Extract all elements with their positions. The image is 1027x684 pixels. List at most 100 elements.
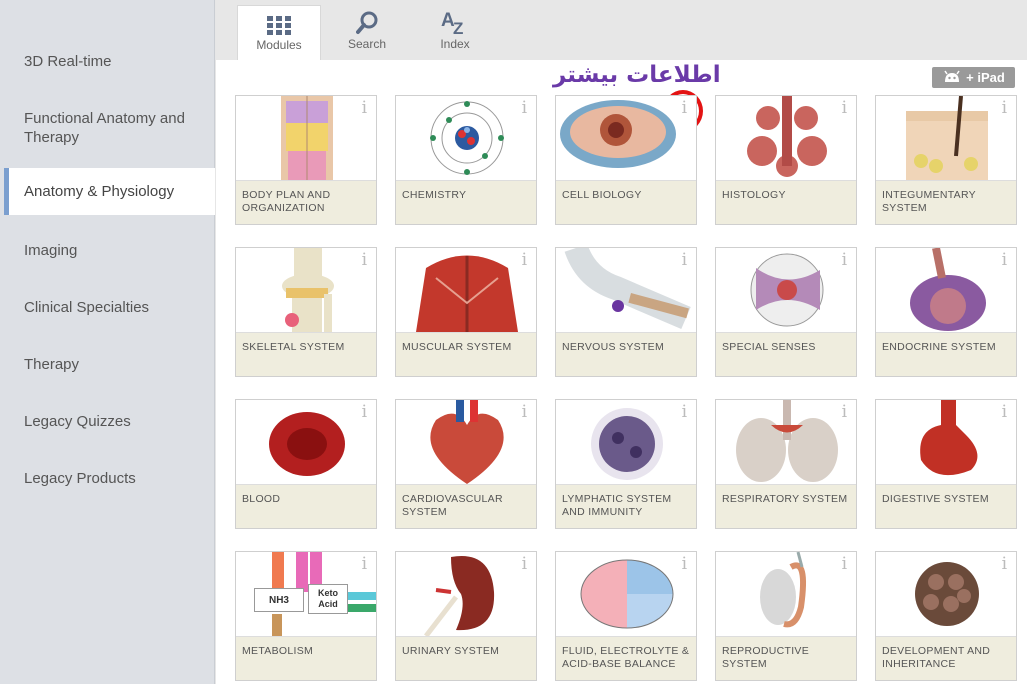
module-label: Chemistry: [396, 180, 536, 224]
module-label: Fluid, Electrolyte & Acid-Base Balance: [556, 636, 696, 680]
nerve-fiber-icon: [556, 248, 696, 332]
platform-badge-label: + iPad: [966, 70, 1005, 85]
morula-icon: [876, 552, 1016, 636]
info-icon[interactable]: i: [522, 554, 527, 574]
eyeball-icon: [716, 248, 856, 332]
sidebar-item-clinical-specialties[interactable]: Clinical Specialties: [4, 288, 215, 326]
module-card[interactable]: i Respiratory System: [715, 399, 857, 529]
info-icon[interactable]: i: [362, 402, 367, 422]
module-label: Development and Inheritance: [876, 636, 1016, 680]
info-icon[interactable]: i: [522, 98, 527, 118]
platform-badge[interactable]: + iPad: [932, 67, 1015, 88]
az-icon: AZ: [413, 5, 497, 35]
info-icon[interactable]: i: [362, 98, 367, 118]
lungs-icon: [716, 400, 856, 484]
info-icon[interactable]: i: [842, 402, 847, 422]
info-icon[interactable]: i: [842, 554, 847, 574]
module-card[interactable]: i Urinary System: [395, 551, 537, 681]
info-icon[interactable]: i: [682, 98, 687, 118]
sidebar-item-functional-anatomy[interactable]: Functional Anatomy and Therapy: [4, 100, 215, 156]
annotation-text: اطلاعات بیشتر: [553, 62, 721, 88]
android-icon: [942, 70, 962, 86]
pie-diagram-icon: [556, 552, 696, 636]
info-icon[interactable]: i: [1002, 250, 1007, 270]
module-card[interactable]: i Chemistry: [395, 95, 537, 225]
module-card[interactable]: i Muscular System: [395, 247, 537, 377]
module-label: Special Senses: [716, 332, 856, 376]
module-label: Endocrine System: [876, 332, 1016, 376]
module-card[interactable]: i Nervous System: [555, 247, 697, 377]
tab-label: Modules: [256, 38, 302, 52]
lymphocyte-icon: [556, 400, 696, 484]
metabolism-diagram-icon: NH3 Keto Acid: [236, 552, 376, 636]
info-icon[interactable]: i: [1002, 98, 1007, 118]
sidebar-item-legacy-quizzes[interactable]: Legacy Quizzes: [4, 402, 215, 440]
kidney-icon: [396, 552, 536, 636]
module-label: Histology: [716, 180, 856, 224]
module-card[interactable]: i Digestive System: [875, 399, 1017, 529]
thyroid-icon: [876, 248, 1016, 332]
info-icon[interactable]: i: [522, 402, 527, 422]
tab-search[interactable]: Search: [325, 5, 409, 60]
module-label: Integumentary System: [876, 180, 1016, 224]
module-label: Body Plan and Organization: [236, 180, 376, 224]
module-label: Cell Biology: [556, 180, 696, 224]
module-label: Lymphatic System and Immunity: [556, 484, 696, 528]
module-label: Cardiovascular System: [396, 484, 536, 528]
tab-modules[interactable]: Modules: [237, 5, 321, 60]
module-label: Reproductive System: [716, 636, 856, 680]
gland-icon: [716, 96, 856, 180]
module-label: Blood: [236, 484, 376, 528]
module-card[interactable]: i Blood: [235, 399, 377, 529]
keto-acid-label: Keto Acid: [308, 584, 348, 614]
module-label: Metabolism: [236, 636, 376, 680]
atom-icon: [396, 96, 536, 180]
back-muscles-icon: [396, 248, 536, 332]
tab-index[interactable]: AZ Index: [413, 5, 497, 60]
module-label: Respiratory System: [716, 484, 856, 528]
sidebar-item-therapy[interactable]: Therapy: [4, 345, 215, 383]
grid-icon: [238, 6, 320, 36]
module-label: Muscular System: [396, 332, 536, 376]
module-label: Digestive System: [876, 484, 1016, 528]
module-card[interactable]: i Histology: [715, 95, 857, 225]
torso-icon: [236, 96, 376, 180]
info-icon[interactable]: i: [842, 250, 847, 270]
info-icon[interactable]: i: [362, 554, 367, 574]
tab-label: Index: [440, 37, 470, 51]
svg-text:Z: Z: [453, 19, 463, 35]
module-card[interactable]: i Reproductive System: [715, 551, 857, 681]
info-icon[interactable]: i: [682, 250, 687, 270]
info-icon[interactable]: i: [682, 402, 687, 422]
red-blood-cell-icon: [236, 400, 376, 484]
module-card[interactable]: i Integumentary System: [875, 95, 1017, 225]
module-card[interactable]: i Cell Biology: [555, 95, 697, 225]
sidebar-item-imaging[interactable]: Imaging: [4, 231, 215, 269]
testis-icon: [716, 552, 856, 636]
module-card[interactable]: i Development and Inheritance: [875, 551, 1017, 681]
nh3-label: NH3: [254, 588, 304, 612]
module-card[interactable]: NH3 Keto Acid i Metabolism: [235, 551, 377, 681]
search-icon: [325, 5, 409, 35]
module-card[interactable]: i Lymphatic System and Immunity: [555, 399, 697, 529]
info-icon[interactable]: i: [1002, 402, 1007, 422]
main-content: Modules Search AZ Index + iPad اطلاعات ب…: [216, 0, 1027, 684]
module-label: Nervous System: [556, 332, 696, 376]
sidebar-item-3d-realtime[interactable]: 3D Real-time: [4, 42, 215, 80]
module-card[interactable]: i Fluid, Electrolyte & Acid-Base Balance: [555, 551, 697, 681]
module-card[interactable]: i Special Senses: [715, 247, 857, 377]
module-card[interactable]: i Skeletal System: [235, 247, 377, 377]
info-icon[interactable]: i: [682, 554, 687, 574]
info-icon[interactable]: i: [1002, 554, 1007, 574]
module-card[interactable]: i Cardiovascular System: [395, 399, 537, 529]
tab-label: Search: [347, 37, 387, 51]
cell-icon: [556, 96, 696, 180]
info-icon[interactable]: i: [842, 98, 847, 118]
sidebar-item-legacy-products[interactable]: Legacy Products: [4, 459, 215, 497]
skin-icon: [876, 96, 1016, 180]
info-icon[interactable]: i: [362, 250, 367, 270]
info-icon[interactable]: i: [522, 250, 527, 270]
module-card[interactable]: i Endocrine System: [875, 247, 1017, 377]
module-card[interactable]: i Body Plan and Organization: [235, 95, 377, 225]
sidebar-item-anatomy-physiology[interactable]: Anatomy & Physiology: [4, 168, 215, 215]
